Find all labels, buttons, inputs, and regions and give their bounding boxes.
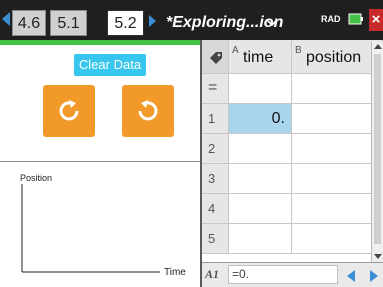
- vertical-scrollbar[interactable]: [371, 42, 383, 262]
- tag-icon: [210, 52, 222, 64]
- column-name: time: [243, 49, 274, 66]
- scroll-up-icon[interactable]: [374, 44, 382, 49]
- entry-right-arrow-icon[interactable]: [370, 270, 378, 282]
- reset-button[interactable]: [43, 85, 95, 137]
- plot-x-axis-label: Time: [164, 267, 186, 278]
- cell-a5[interactable]: [229, 224, 292, 254]
- undo-button[interactable]: [122, 85, 174, 137]
- row-number[interactable]: 5: [202, 224, 229, 254]
- current-cell-reference: A1: [205, 267, 220, 281]
- tab-page-4-6[interactable]: 4.6: [12, 10, 46, 36]
- cell-a2[interactable]: [229, 134, 292, 164]
- next-page-arrow-icon[interactable]: [149, 15, 156, 27]
- angle-mode-indicator: RAD: [321, 14, 341, 24]
- close-icon[interactable]: ×: [369, 9, 383, 31]
- tab-page-5-2[interactable]: 5.2: [107, 10, 144, 36]
- battery-icon: [348, 13, 363, 25]
- cell-a4[interactable]: [229, 194, 292, 224]
- clear-data-button[interactable]: Clear Data: [74, 54, 146, 76]
- row-number[interactable]: 1: [202, 104, 229, 134]
- active-panel-indicator: [0, 40, 200, 45]
- chevron-down-icon[interactable]: [266, 19, 278, 27]
- cell-b5[interactable]: [292, 224, 383, 254]
- entry-line: A1 =0.: [202, 262, 383, 287]
- previous-page-arrow-icon[interactable]: [2, 12, 10, 26]
- entry-left-arrow-icon[interactable]: [347, 270, 355, 282]
- cell-b1[interactable]: [292, 104, 383, 134]
- cell-a3[interactable]: [229, 164, 292, 194]
- position-time-plot[interactable]: [0, 180, 200, 280]
- cell-b4[interactable]: [292, 194, 383, 224]
- tab-page-5-1[interactable]: 5.1: [50, 10, 87, 36]
- document-tab-bar: 4.6 5.1 5.2 *Exploring...ion RAD ×: [0, 0, 383, 40]
- row-number[interactable]: 4: [202, 194, 229, 224]
- sheet-corner[interactable]: [202, 40, 229, 74]
- panel-divider: [0, 161, 200, 162]
- rotate-counterclockwise-icon: [138, 100, 158, 121]
- row-number[interactable]: 2: [202, 134, 229, 164]
- cell-entry-field[interactable]: =0.: [228, 265, 338, 284]
- data-collection-panel: Clear Data Position Time: [0, 40, 200, 287]
- row-number[interactable]: 3: [202, 164, 229, 194]
- rotate-clockwise-icon: [59, 100, 79, 121]
- scrollbar-thumb[interactable]: [374, 54, 381, 244]
- cell-b2[interactable]: [292, 134, 383, 164]
- column-letter: B: [295, 45, 302, 56]
- formula-cell-b[interactable]: [292, 74, 383, 104]
- cell-b3[interactable]: [292, 164, 383, 194]
- scroll-down-icon[interactable]: [374, 254, 382, 259]
- cell-a1[interactable]: 0.: [229, 104, 292, 134]
- column-letter: A: [232, 45, 239, 56]
- formula-row-label: =: [202, 74, 229, 104]
- formula-cell-a[interactable]: [229, 74, 292, 104]
- column-name: position: [306, 49, 362, 66]
- column-header-a[interactable]: A time: [229, 40, 292, 74]
- column-header-b[interactable]: B position: [292, 40, 383, 74]
- spreadsheet: A time B position = 1 0. 2 3 4 5: [202, 40, 383, 287]
